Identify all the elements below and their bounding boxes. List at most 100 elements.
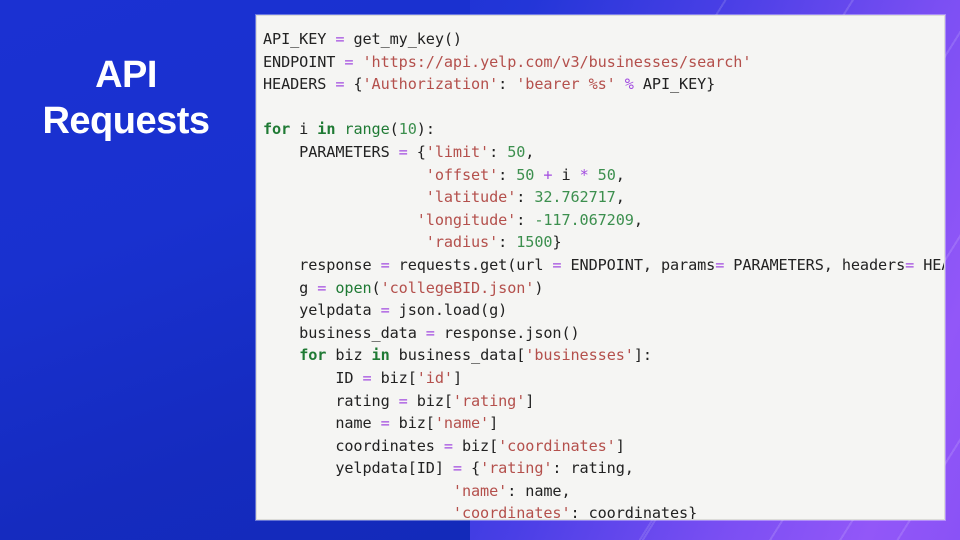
code-token: ENDPOINT, params	[561, 255, 716, 274]
code-line: 'name': name,	[263, 482, 571, 500]
code-line: 'latitude': 32.762717,	[263, 188, 625, 206]
code-token: :	[498, 75, 517, 94]
code-token: business_data	[263, 323, 426, 342]
code-screenshot-panel: API_KEY = get_my_key() ENDPOINT = 'https…	[256, 15, 945, 520]
code-token: yelpdata	[263, 301, 381, 320]
code-token: =	[317, 278, 327, 297]
code-token: :	[498, 233, 517, 252]
code-token: 'name'	[434, 414, 490, 433]
code-token: API_KEY	[263, 30, 336, 48]
code-line: rating = biz['rating']	[263, 392, 534, 410]
code-token: PARAMETERS	[263, 142, 399, 161]
code-token: {	[407, 142, 426, 161]
code-token: =	[715, 255, 725, 274]
code-token: (	[389, 120, 399, 139]
code-token: i	[552, 165, 580, 184]
code-token: 'bearer %s'	[516, 75, 616, 94]
code-token: =	[398, 391, 408, 410]
code-token: 'https://api.yelp.com/v3/businesses/sear…	[362, 52, 752, 71]
code-token: json.load(g)	[389, 301, 508, 320]
slide-title: API Requests	[42, 54, 210, 142]
code-token: ,	[615, 188, 625, 207]
code-token: biz[	[371, 368, 417, 387]
slide-canvas: API Requests API_KEY = get_my_key() ENDP…	[0, 0, 960, 540]
code-line: HEADERS = {'Authorization': 'bearer %s' …	[263, 75, 715, 93]
code-token: 'id'	[416, 368, 453, 387]
code-token: :	[498, 165, 517, 184]
code-token: ]	[452, 368, 462, 387]
code-token: 'offset'	[425, 165, 499, 184]
code-token: }	[552, 233, 562, 252]
code-line: PARAMETERS = {'limit': 50,	[263, 143, 534, 161]
code-token: 32.762717	[534, 188, 616, 207]
code-token: rating	[263, 391, 399, 410]
code-token: :	[516, 188, 535, 207]
code-token: ]:	[633, 346, 652, 365]
code-line: business_data = response.json()	[263, 323, 580, 342]
code-token: 50	[516, 165, 535, 184]
code-token: : rating,	[552, 459, 634, 478]
code-token: 'coordinates'	[498, 436, 616, 455]
code-token: 'collegeBID.json'	[380, 278, 535, 297]
code-token: : name,	[507, 481, 571, 500]
code-token: =	[380, 255, 390, 274]
code-line: 'longitude': -117.067209,	[263, 211, 643, 229]
code-block: API_KEY = get_my_key() ENDPOINT = 'https…	[257, 16, 944, 519]
code-line: name = biz['name']	[263, 414, 498, 432]
code-token: =	[452, 459, 462, 478]
code-token: biz[	[407, 391, 453, 410]
code-token: 50	[507, 142, 526, 161]
code-token: 'longitude'	[416, 210, 517, 229]
code-token: =	[905, 255, 915, 274]
code-token: =	[398, 142, 408, 161]
code-token: open	[335, 278, 372, 297]
code-token: API_KEY}	[633, 75, 716, 94]
code-line: ENDPOINT = 'https://api.yelp.com/v3/busi…	[263, 53, 751, 71]
code-token: HEADERS)	[923, 255, 944, 274]
code-token: g	[263, 278, 318, 297]
code-line: 'radius': 1500}	[263, 233, 562, 252]
code-token: 'limit'	[425, 142, 490, 161]
code-token: :	[516, 210, 535, 229]
code-token: (	[371, 278, 381, 297]
code-token: in	[371, 346, 390, 365]
code-token: ID	[263, 368, 363, 387]
code-token: 'rating'	[452, 391, 526, 410]
code-token: get_my_key()	[344, 30, 462, 48]
code-token: 'coordinates'	[452, 504, 571, 519]
code-token: =	[362, 368, 372, 387]
code-token: biz[	[452, 436, 499, 455]
code-token: %	[624, 75, 634, 94]
code-token: 'Authorization'	[362, 75, 499, 94]
code-token: =	[425, 323, 435, 342]
code-token: range	[344, 120, 390, 139]
code-token: ]	[489, 414, 499, 433]
code-line: for biz in business_data['businesses']:	[263, 346, 652, 364]
code-token: yelpdata[ID]	[263, 459, 453, 478]
code-token: in	[317, 120, 336, 139]
code-token: 50	[597, 165, 616, 184]
code-token: ,	[633, 210, 643, 229]
code-token: biz[	[389, 414, 435, 433]
code-token: -117.067209	[534, 210, 634, 229]
code-line: g = open('collegeBID.json')	[263, 279, 543, 297]
code-token: response.json()	[434, 323, 580, 342]
code-token: 1500	[516, 233, 553, 252]
code-token: response	[263, 255, 381, 274]
code-token: 'name'	[452, 481, 508, 500]
code-token: ,	[525, 142, 535, 161]
code-token: ):	[416, 120, 435, 139]
code-token: requests.get(url	[389, 255, 553, 274]
code-line: for i in range(10):	[263, 120, 435, 138]
code-token: ENDPOINT	[263, 52, 345, 71]
code-token: 'rating'	[480, 459, 553, 478]
code-token: ,	[615, 165, 625, 184]
